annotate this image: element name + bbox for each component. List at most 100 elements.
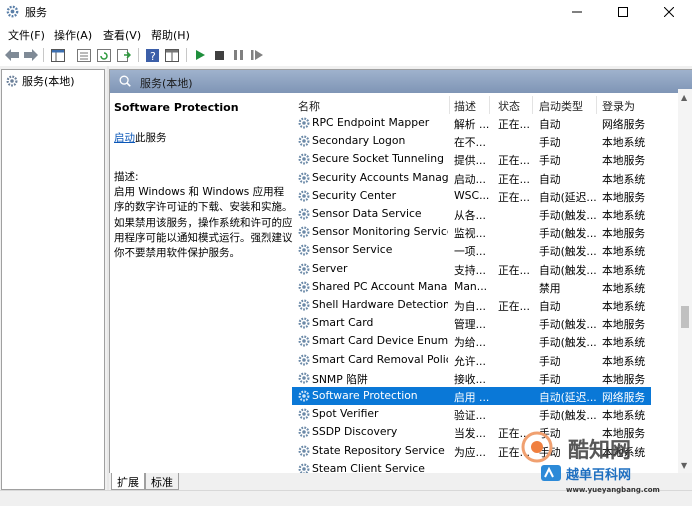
table-row[interactable]: SNMP 陷阱 接收... 手动 本地服务	[292, 369, 651, 387]
gear-icon	[298, 135, 310, 147]
table-row[interactable]: Shared PC Account Manager Man... 禁用 本地系统	[292, 278, 651, 296]
service-name-cell: Server	[312, 261, 348, 275]
service-logon-cell: 本地系统	[602, 172, 646, 186]
service-status-cell: 正在...	[498, 190, 530, 204]
gear-icon	[298, 390, 310, 402]
stop-service-button[interactable]	[211, 47, 227, 63]
minimize-button[interactable]	[554, 0, 600, 24]
table-row[interactable]: Software Protection 启用 ... 自动(延迟... 网络服务	[292, 387, 651, 406]
service-startup-cell: 手动(触发...	[539, 227, 597, 241]
service-name-cell: Secondary Logon	[312, 134, 406, 148]
console-icon	[165, 48, 179, 62]
scrollbar-thumb[interactable]	[681, 306, 689, 328]
service-startup-cell: 手动(触发...	[539, 336, 597, 350]
table-row[interactable]: Smart Card Removal Policy 允许... 手动 本地系统	[292, 351, 651, 369]
table-row[interactable]: Shell Hardware Detection 为自... 正在... 自动 本地系统	[292, 296, 651, 314]
service-logon-cell: 本地系统	[602, 281, 646, 295]
tab-standard[interactable]: 标准	[145, 473, 179, 490]
gear-icon	[298, 226, 310, 238]
table-row[interactable]: Sensor Data Service 从各... 手动(触发... 本地系统	[292, 205, 651, 223]
menu-help[interactable]: 帮助(H)	[151, 27, 190, 43]
description-label: 描述:	[114, 171, 139, 183]
table-row[interactable]: Secondary Logon 在不... 手动 本地系统	[292, 132, 651, 150]
vertical-scrollbar[interactable]: ▲ ▼	[678, 89, 692, 473]
refresh-button[interactable]	[96, 47, 112, 63]
column-status[interactable]: 状态	[498, 98, 520, 114]
gear-icon	[6, 75, 18, 87]
properties-button[interactable]	[76, 47, 92, 63]
start-service-button[interactable]	[192, 47, 208, 63]
service-description-cell: 从各...	[454, 209, 486, 222]
close-button[interactable]	[646, 0, 692, 24]
watermark-site-icon	[541, 465, 561, 481]
column-startup-type[interactable]: 启动类型	[539, 98, 583, 114]
service-name-cell: Sensor Data Service	[312, 207, 422, 220]
service-description-cell: 管理...	[454, 318, 486, 332]
pane-title: 服务(本地)	[140, 77, 193, 90]
service-startup-cell: 自动	[539, 172, 561, 186]
description-text: 启用 Windows 和 Windows 应用程序的数字许可证的下载、安装和实施…	[114, 186, 293, 260]
table-row[interactable]: Smart Card Device Enumer... 为给... 手动(触发...…	[292, 332, 651, 350]
close-icon	[664, 7, 674, 17]
service-name-cell: Software Protection	[312, 389, 418, 402]
export-icon	[117, 48, 131, 62]
menu-file[interactable]: 文件(F)	[8, 27, 45, 43]
service-startup-cell: 自动(延迟...	[539, 391, 597, 404]
restart-service-button[interactable]	[249, 47, 265, 63]
column-description[interactable]: 描述	[454, 98, 476, 114]
export-button[interactable]	[116, 47, 132, 63]
tab-extended[interactable]: 扩展	[111, 473, 145, 490]
service-description-cell: 当发...	[454, 427, 486, 441]
maximize-icon	[618, 7, 628, 17]
table-row[interactable]: RPC Endpoint Mapper 解析 ... 正在... 自动 网络服务	[292, 114, 651, 132]
service-startup-cell: 手动	[539, 154, 561, 168]
service-logon-cell: 本地服务	[602, 372, 646, 386]
pause-service-button[interactable]	[230, 47, 246, 63]
service-description-cell: 启动...	[454, 172, 486, 186]
back-button[interactable]	[4, 47, 20, 63]
service-name-cell: SSDP Discovery	[312, 425, 398, 439]
table-row[interactable]: Sensor Service 一项... 手动(触发... 本地系统	[292, 241, 651, 259]
scroll-up-icon[interactable]: ▲	[681, 93, 687, 102]
service-logon-cell: 本地系统	[602, 209, 646, 222]
service-name-cell: Smart Card Device Enumer...	[312, 334, 448, 348]
service-startup-cell: 自动(延迟...	[539, 190, 597, 204]
properties-icon	[77, 48, 91, 62]
menu-action[interactable]: 操作(A)	[54, 27, 92, 43]
tree-item-services-local[interactable]: 服务(本地)	[5, 73, 75, 89]
services-table: 名称 描述 状态 启动类型 登录为 RPC Endpoint Mapper 解析 …	[292, 96, 651, 473]
start-service-link[interactable]: 启动	[114, 132, 135, 144]
service-startup-cell: 手动(触发...	[539, 318, 597, 332]
gear-icon	[298, 317, 310, 329]
console-button[interactable]	[164, 47, 180, 63]
gear-icon	[298, 244, 310, 256]
table-row[interactable]: Secure Socket Tunneling P... 提供... 正在... 手动…	[292, 150, 651, 168]
column-name[interactable]: 名称	[298, 98, 320, 114]
maximize-button[interactable]	[600, 0, 646, 24]
forward-button[interactable]	[23, 47, 39, 63]
service-logon-cell: 本地系统	[602, 354, 646, 368]
description-panel: Software Protection 启动此服务 描述: 启用 Windows…	[114, 100, 294, 261]
forward-icon	[24, 49, 38, 61]
menu-view[interactable]: 查看(V)	[103, 27, 141, 43]
column-log-on-as[interactable]: 登录为	[602, 98, 635, 114]
table-row[interactable]: Spot Verifier 验证... 手动(触发... 本地系统	[292, 405, 651, 423]
show-tree-button[interactable]	[50, 47, 66, 63]
help-icon: ?	[145, 48, 159, 62]
help-button[interactable]: ?	[144, 47, 160, 63]
service-description-cell: 允许...	[454, 354, 486, 368]
table-row[interactable]: Sensor Monitoring Service 监视... 手动(触发... 本地…	[292, 223, 651, 241]
service-startup-cell: 手动	[539, 354, 561, 368]
watermark-url: www.yueyangbang.com	[566, 486, 660, 494]
service-logon-cell: 本地系统	[602, 409, 646, 423]
gear-icon	[298, 117, 310, 129]
table-row[interactable]: Smart Card 管理... 手动(触发... 本地服务	[292, 314, 651, 332]
search-icon	[119, 75, 131, 87]
table-row[interactable]: Security Accounts Manager 启动... 正在... 自动 本地系…	[292, 169, 651, 187]
service-description-cell: 解析 ...	[454, 118, 490, 131]
table-row[interactable]: Security Center WSC... 正在... 自动(延迟... 本地服务	[292, 187, 651, 205]
service-status-cell: 正在...	[498, 172, 530, 186]
table-row[interactable]: Server 支持... 正在... 自动(触发... 本地系统	[292, 260, 651, 278]
service-startup-cell: 禁用	[539, 281, 561, 295]
gear-icon	[6, 5, 19, 18]
